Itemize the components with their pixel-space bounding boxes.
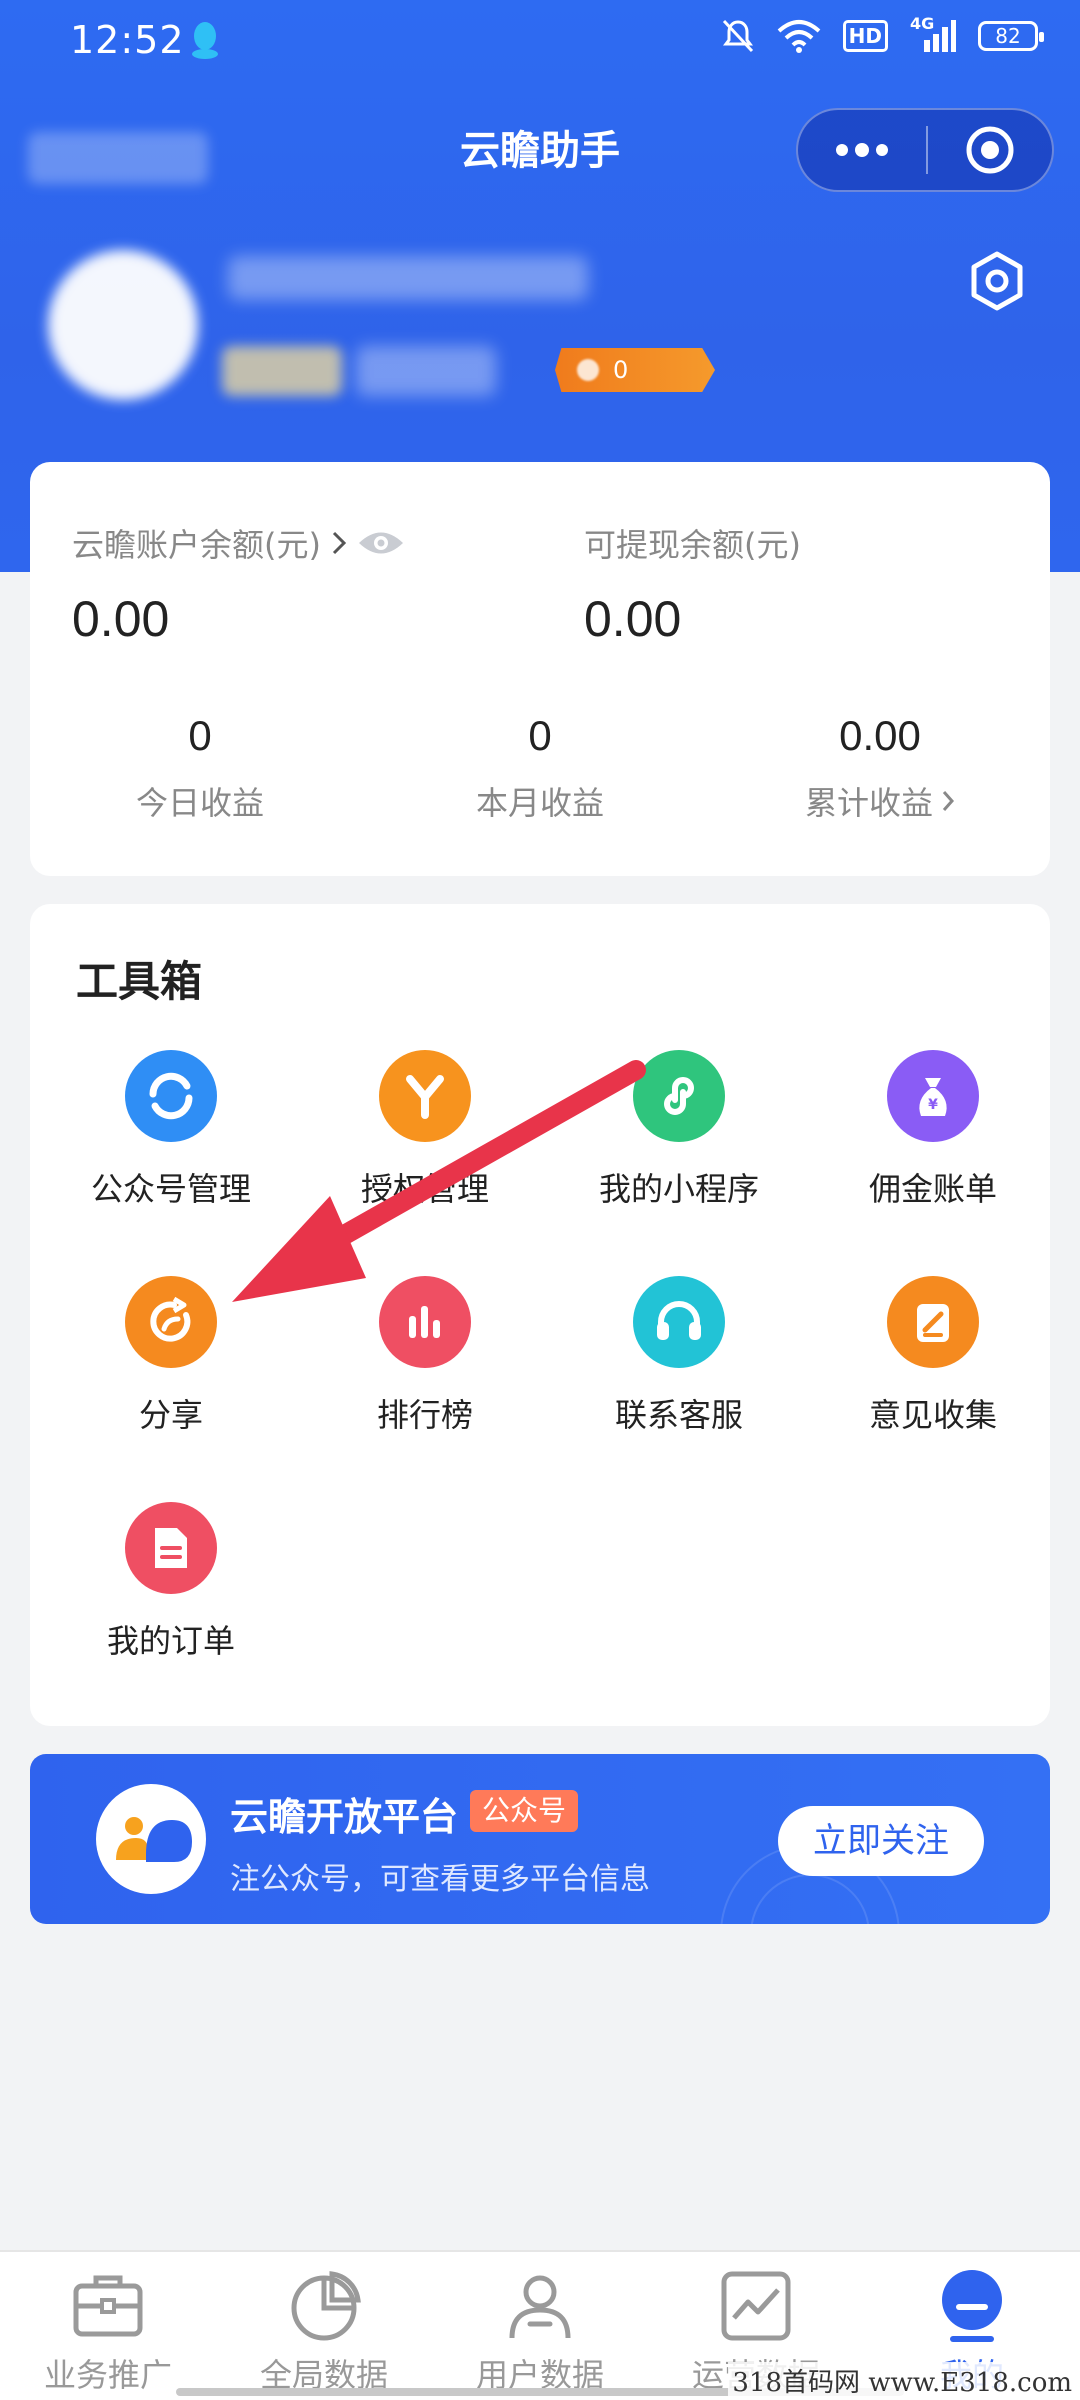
tool-feedback[interactable]: 意见收集 xyxy=(806,1276,1060,1436)
balance-card: 云瞻账户余额(元) 0.00 可提现余额(元) 0.00 0 今日收益 0 本月… xyxy=(30,462,1050,876)
chevron-right-icon xyxy=(332,531,347,555)
tool-ranking[interactable]: 排行榜 xyxy=(298,1276,552,1436)
blurred-badge xyxy=(222,346,342,396)
stat-label: 累计收益 xyxy=(804,784,933,822)
tool-my-orders[interactable]: 我的订单 xyxy=(44,1502,298,1662)
chevron-right-icon xyxy=(942,791,955,811)
order-icon xyxy=(125,1502,217,1594)
stat-value: 0 xyxy=(188,712,212,759)
tool-label: 意见收集 xyxy=(868,1396,997,1434)
account-balance-value: 0.00 xyxy=(72,591,170,647)
banner-tag: 公众号 xyxy=(470,1790,579,1832)
app-page: 12:52 HD 4G 82 云瞻助手 0 云瞻账户余额(元) 0.00 可提现… xyxy=(0,0,1080,2400)
withdrawable-label: 可提现余额(元) xyxy=(584,526,801,564)
avatar[interactable] xyxy=(48,250,198,400)
status-icons: HD 4G 82 xyxy=(721,14,1044,54)
miniprogram-capsule xyxy=(796,108,1054,192)
tool-authorization[interactable]: 授权管理 xyxy=(298,1050,552,1210)
follow-button[interactable]: 立即关注 xyxy=(778,1806,984,1876)
banner-description: 注公众号，可查看更多平台信息 xyxy=(230,1862,650,1897)
briefcase-icon xyxy=(73,2275,143,2337)
stat-total[interactable]: 0.00 累计收益 xyxy=(730,712,1030,824)
nav-global-data[interactable]: 全局数据 xyxy=(216,2252,432,2400)
tool-label: 授权管理 xyxy=(360,1170,489,1208)
stat-today: 0 今日收益 xyxy=(50,712,350,824)
tool-label: 我的小程序 xyxy=(598,1170,759,1208)
stat-label: 本月收益 xyxy=(475,784,604,822)
platform-logo-icon xyxy=(116,1817,192,1862)
ranking-icon xyxy=(379,1276,471,1368)
banner-title: 云瞻开放平台 xyxy=(230,1795,459,1839)
line-chart-icon xyxy=(721,2271,791,2341)
toolbox-card: 工具箱 公众号管理 授权管理 我的小程序 ¥ 佣金账单 分享 排行榜 联系客服 … xyxy=(30,904,1050,1726)
watermark: 318首码网 www.E318.com xyxy=(728,2362,1076,2399)
user-icon xyxy=(509,2275,571,2339)
nav-business-promotion[interactable]: 业务推广 xyxy=(0,2252,216,2400)
close-miniprogram-button[interactable] xyxy=(928,110,1052,190)
hd-icon: HD xyxy=(842,20,888,52)
account-balance-label[interactable]: 云瞻账户余额(元) xyxy=(72,520,405,566)
level-badge: 0 xyxy=(555,348,715,392)
svg-text:¥: ¥ xyxy=(928,1097,938,1113)
stat-value: 0 xyxy=(528,712,552,759)
tool-label: 佣金账单 xyxy=(868,1170,997,1208)
status-bar: 12:52 HD 4G 82 xyxy=(0,0,1080,84)
status-time: 12:52 xyxy=(70,18,185,62)
tool-label: 我的订单 xyxy=(106,1622,235,1660)
tool-share[interactable]: 分享 xyxy=(44,1276,298,1436)
account-balance-text: 云瞻账户余额(元) xyxy=(72,526,321,564)
eye-icon[interactable] xyxy=(357,528,405,558)
platform-logo xyxy=(96,1784,206,1894)
mute-bell-icon xyxy=(722,19,753,53)
tool-customer-service[interactable]: 联系客服 xyxy=(552,1276,806,1436)
tool-label: 公众号管理 xyxy=(90,1170,251,1208)
tool-label: 联系客服 xyxy=(614,1396,743,1434)
authorization-icon xyxy=(379,1050,471,1142)
stat-month: 0 本月收益 xyxy=(390,712,690,824)
qq-notification-icon xyxy=(192,22,218,59)
stat-label: 今日收益 xyxy=(135,784,264,822)
more-dots-icon xyxy=(836,143,888,157)
battery-icon: 82 xyxy=(978,21,1044,51)
share-icon xyxy=(125,1276,217,1368)
withdrawable-value: 0.00 xyxy=(584,591,682,647)
tool-commission[interactable]: ¥ 佣金账单 xyxy=(806,1050,1060,1210)
settings-icon[interactable] xyxy=(966,250,1028,312)
tool-mini-program[interactable]: 我的小程序 xyxy=(552,1050,806,1210)
profile-icon xyxy=(942,2270,1002,2342)
target-close-icon xyxy=(966,126,1014,174)
pie-chart-icon xyxy=(291,2271,361,2341)
feedback-icon xyxy=(887,1276,979,1368)
stat-value: 0.00 xyxy=(839,712,921,759)
blurred-username xyxy=(228,256,588,300)
blurred-info xyxy=(356,346,496,396)
headset-icon xyxy=(633,1276,725,1368)
more-button[interactable] xyxy=(798,110,926,190)
tool-label: 排行榜 xyxy=(376,1396,473,1434)
tool-label: 分享 xyxy=(138,1396,203,1434)
nav-label: 业务推广 xyxy=(43,2356,172,2394)
money-bag-icon: ¥ xyxy=(887,1050,979,1142)
signal-icon: 4G xyxy=(910,14,956,54)
platform-banner[interactable]: 云瞻开放平台 公众号 注公众号，可查看更多平台信息 立即关注 xyxy=(30,1754,1050,1924)
toolbox-title: 工具箱 xyxy=(76,957,203,1006)
wechat-official-icon xyxy=(125,1050,217,1142)
level-value: 0 xyxy=(613,356,629,384)
nav-user-data[interactable]: 用户数据 xyxy=(432,2252,648,2400)
tool-official-account[interactable]: 公众号管理 xyxy=(44,1050,298,1210)
coin-icon xyxy=(577,359,599,381)
mini-program-icon xyxy=(633,1050,725,1142)
wifi-icon xyxy=(777,20,820,53)
